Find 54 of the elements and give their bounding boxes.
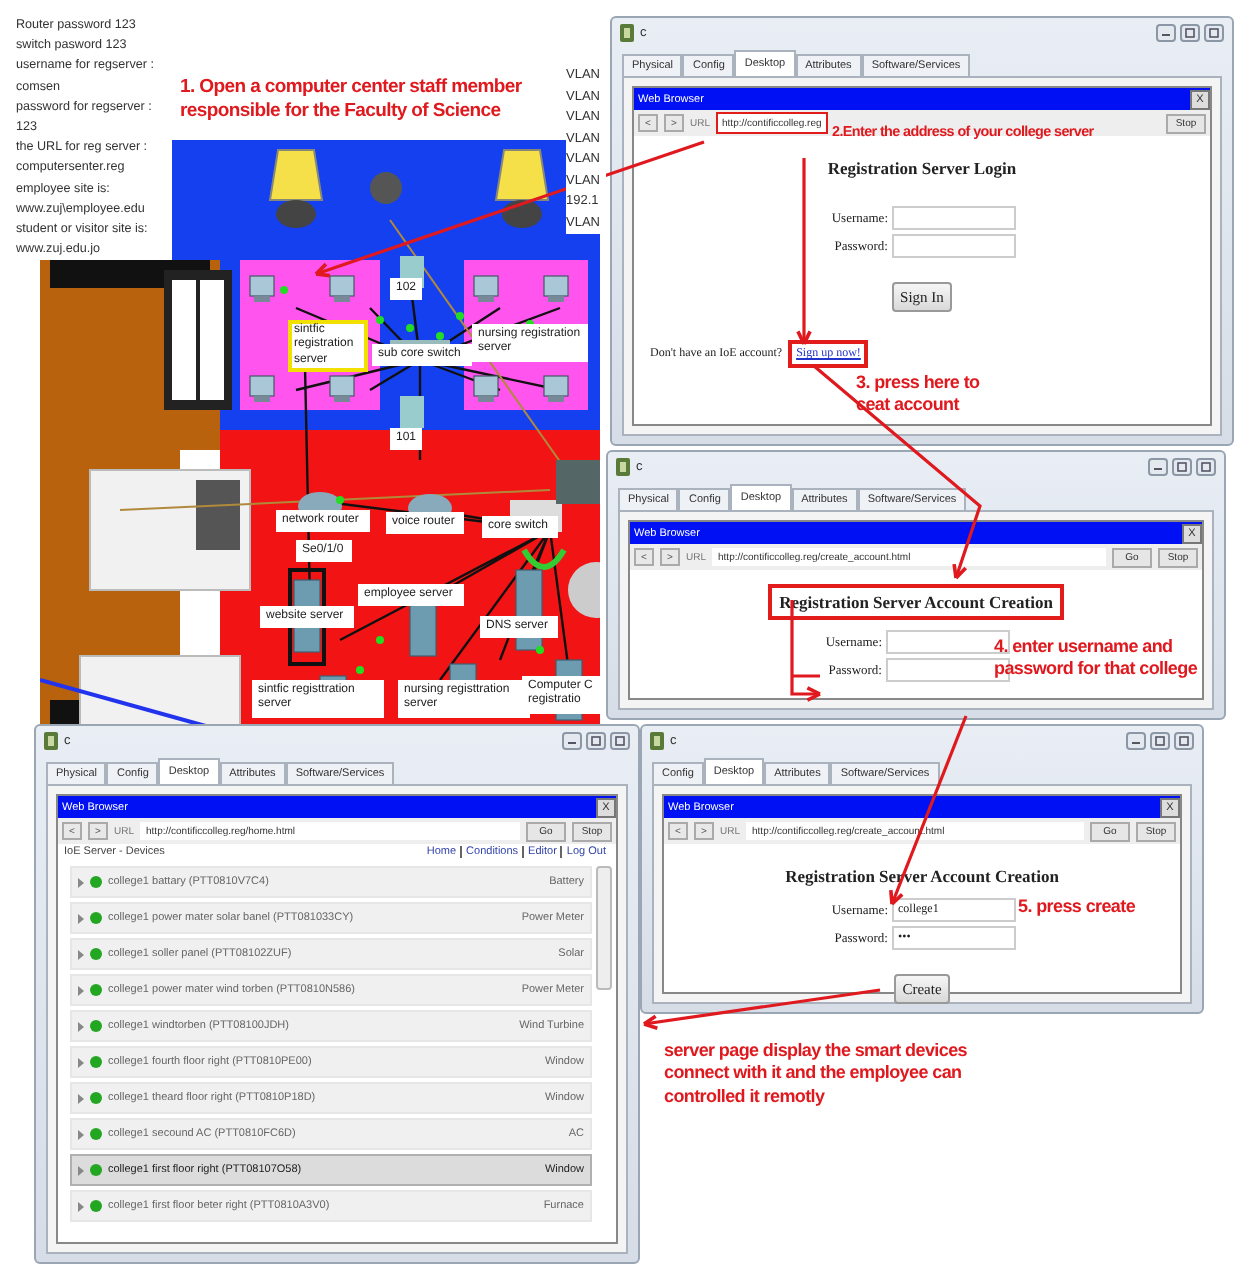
maximize-button[interactable] [586,732,606,750]
status-dot-icon [90,1056,102,1068]
maximize-icon [1154,736,1166,746]
maximize-button[interactable] [1172,458,1192,476]
expand-icon [78,913,84,923]
app-icon [44,732,58,750]
minimize-button[interactable] [1156,24,1176,42]
status-dot-icon [90,1128,102,1140]
status-dot-icon [90,984,102,996]
minimize-icon [566,736,578,746]
expand-icon [78,1129,84,1139]
status-dot-icon [90,876,102,888]
expand-icon [78,1057,84,1067]
minimize-button[interactable] [1148,458,1168,476]
status-dot-icon [90,1164,102,1176]
minimize-icon [1160,28,1172,38]
close-button[interactable] [1204,24,1224,42]
app-icon [620,24,634,42]
close-button[interactable] [610,732,630,750]
status-dot-icon [90,948,102,960]
page-heading: Registration Server Account Creation [767,584,1065,620]
input-field[interactable] [892,234,1016,258]
maximize-button[interactable] [1150,732,1170,750]
expand-icon [78,1201,84,1211]
maximize-icon [1184,28,1196,38]
annotation-text: 5. press create [1018,896,1138,919]
status-dot-icon [90,1092,102,1104]
annotation-text: 4. enter username and password for that college [994,636,1200,681]
maximize-button[interactable] [1180,24,1200,42]
close-button[interactable] [1196,458,1216,476]
maximize-icon [1176,462,1188,472]
close-button[interactable] [1174,732,1194,750]
annotation-text: server page display the smart devices connect with it and the employee can controlled it remotly [664,1040,969,1108]
minimize-button[interactable] [562,732,582,750]
input-field[interactable] [886,630,1010,654]
status-dot-icon [90,1020,102,1032]
app-icon [616,458,630,476]
minimize-button[interactable] [1126,732,1146,750]
status-dot-icon [90,912,102,924]
maximize-icon [590,736,602,746]
minimize-icon [1152,462,1164,472]
page-heading: Registration Server Login [825,156,1019,182]
expand-icon [78,1165,84,1175]
expand-icon [78,985,84,995]
expand-icon [78,1021,84,1031]
scrollbar[interactable] [596,866,612,990]
app-icon [650,732,664,750]
input-field[interactable] [892,206,1016,230]
expand-icon [78,877,84,887]
annotation-text: 1. Open a computer center staff member responsible for the Faculty of Science [180,76,524,124]
expand-icon [78,949,84,959]
status-dot-icon [90,1200,102,1212]
expand-icon [78,1093,84,1103]
minimize-icon [1130,736,1142,746]
